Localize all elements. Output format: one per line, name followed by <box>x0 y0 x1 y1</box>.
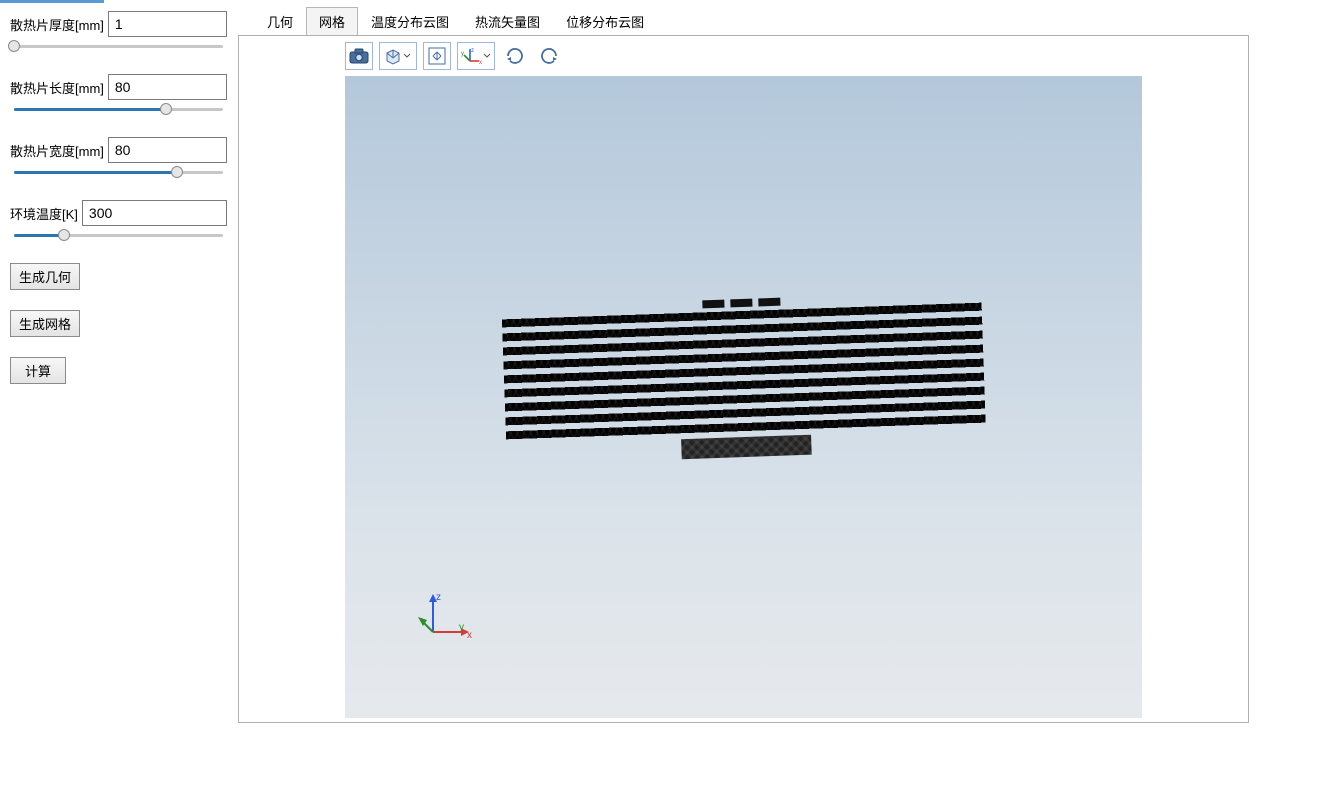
param-thickness: 散热片厚度[mm] <box>10 11 227 52</box>
param-length-label: 散热片长度[mm] <box>10 78 104 97</box>
heatsink-mesh <box>501 290 986 465</box>
y-axis-label: y <box>459 622 464 633</box>
svg-text:z: z <box>471 48 474 54</box>
viewer-toolbar: z x y <box>239 36 1248 76</box>
compute-button[interactable]: 计算 <box>10 357 66 384</box>
axes-icon[interactable]: z x y <box>457 42 495 70</box>
generate-geometry-button[interactable]: 生成几何 <box>10 263 80 290</box>
viewer-frame: zxy <box>238 35 1249 723</box>
param-amb-temp-slider[interactable] <box>10 229 227 241</box>
tab-mesh[interactable]: 网格 <box>306 7 358 35</box>
axis-triad: z x y <box>415 590 475 653</box>
x-axis-label: x <box>467 630 472 641</box>
fit-view-icon[interactable] <box>423 42 451 70</box>
param-amb-temp-input[interactable] <box>82 200 227 226</box>
parameter-sidebar: 散热片厚度[mm] 散热片长度[mm] 散热片宽度[ <box>0 3 238 786</box>
tab-temperature[interactable]: 温度分布云图 <box>358 7 462 35</box>
result-tabs: 几何 网格 温度分布云图 热流矢量图 位移分布云图 <box>238 9 1321 35</box>
content-pane: 几何 网格 温度分布云图 热流矢量图 位移分布云图 zxy <box>238 3 1321 786</box>
param-length-slider[interactable] <box>10 103 227 115</box>
tab-displacement[interactable]: 位移分布云图 <box>553 7 657 35</box>
svg-text:x: x <box>479 60 482 65</box>
param-thickness-slider[interactable] <box>10 40 227 52</box>
param-thickness-input[interactable] <box>108 11 227 37</box>
rotate-cw-icon[interactable] <box>501 42 529 70</box>
param-width: 散热片宽度[mm] <box>10 137 227 178</box>
rotate-ccw-icon[interactable] <box>535 42 563 70</box>
tab-geometry[interactable]: 几何 <box>254 7 306 35</box>
param-length-input[interactable] <box>108 74 227 100</box>
generate-mesh-button[interactable]: 生成网格 <box>10 310 80 337</box>
param-amb-temp: 环境温度[K] <box>10 200 227 241</box>
cube-view-icon[interactable] <box>379 42 417 70</box>
param-length: 散热片长度[mm] <box>10 74 227 115</box>
param-amb-temp-label: 环境温度[K] <box>10 204 78 223</box>
camera-icon[interactable] <box>345 42 373 70</box>
param-width-label: 散热片宽度[mm] <box>10 141 104 160</box>
svg-text:y: y <box>461 51 464 57</box>
tab-heatflux[interactable]: 热流矢量图 <box>462 7 553 35</box>
param-width-slider[interactable] <box>10 166 227 178</box>
param-thickness-label: 散热片厚度[mm] <box>10 15 104 34</box>
param-width-input[interactable] <box>108 137 227 163</box>
mesh-viewport[interactable]: z x y <box>345 76 1142 718</box>
z-axis-label: z <box>436 592 441 603</box>
